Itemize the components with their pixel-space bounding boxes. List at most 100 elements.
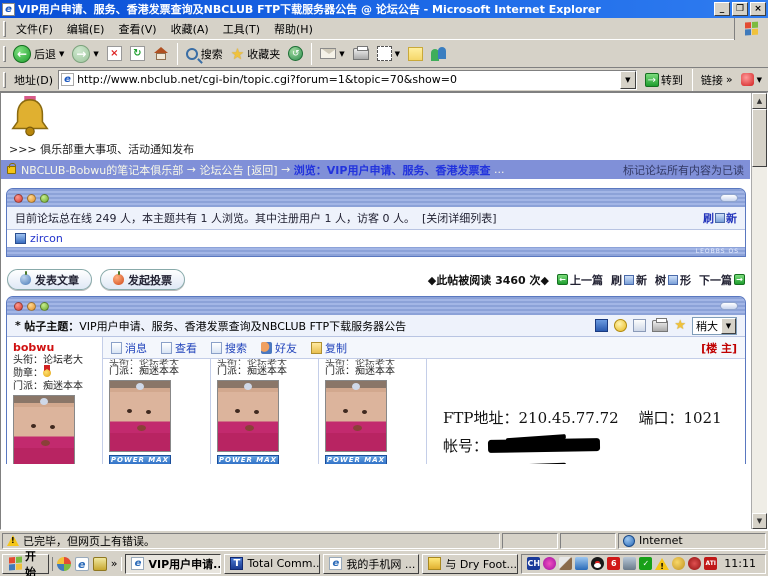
favorite-post-icon[interactable]: ★ — [674, 319, 686, 332]
back-dropdown[interactable]: ▼ — [59, 50, 64, 58]
username-link[interactable]: bobwu — [13, 341, 96, 354]
home-button[interactable] — [149, 45, 173, 63]
breadcrumb-back[interactable]: [返回] — [247, 162, 278, 178]
start-button[interactable]: 开始 — [2, 554, 49, 574]
mail-dropdown[interactable]: ▼ — [339, 50, 344, 58]
forward-button[interactable]: → ▼ — [68, 43, 102, 65]
print-post-icon[interactable] — [652, 320, 668, 332]
quicklaunch-media-icon[interactable] — [57, 557, 71, 571]
refresh-topic-link[interactable]: 刷 新 — [611, 272, 647, 288]
task-vip-topic[interactable]: e VIP用户申请... — [125, 554, 221, 574]
menu-view[interactable]: 查看(V) — [111, 18, 163, 40]
print-button[interactable] — [349, 46, 373, 62]
tray-red-app-icon[interactable]: 6 — [607, 557, 620, 570]
quicklaunch-outlook-icon[interactable] — [93, 557, 107, 571]
tray-warning-icon[interactable] — [655, 558, 669, 570]
menu-file[interactable]: 文件(F) — [9, 18, 60, 40]
minimize-dot-icon[interactable] — [27, 194, 36, 203]
task-dry-foot[interactable]: 与 Dry Foot... — [422, 554, 518, 574]
go-button[interactable]: → 转到 — [640, 71, 688, 89]
save-post-icon[interactable] — [595, 319, 608, 332]
refresh-button[interactable]: ↻ — [126, 44, 149, 63]
close-dot-icon[interactable] — [14, 194, 23, 203]
view-profile-button[interactable]: 查看 — [161, 340, 197, 356]
breadcrumb-topic[interactable]: 浏览：VIP用户申请、服务、香港发票查 — [294, 162, 491, 178]
online-refresh-link[interactable]: 刷 新 — [703, 210, 737, 226]
quicklaunch-more-chevron[interactable]: » — [111, 557, 118, 570]
addressbar-extension[interactable]: ▼ — [737, 73, 766, 86]
language-indicator[interactable]: CH — [527, 557, 540, 570]
new-post-button[interactable]: 发表文章 — [7, 269, 92, 290]
post-zoom-dot-icon[interactable] — [40, 302, 49, 311]
copy-button[interactable]: 复制 — [311, 340, 347, 356]
tree-view-icon — [668, 275, 678, 285]
history-button[interactable]: ↺ — [284, 44, 307, 63]
mark-all-read-link[interactable]: 标记论坛所有内容为已读 — [623, 162, 744, 178]
menu-grip[interactable] — [3, 21, 6, 37]
favorites-button[interactable]: ★ 收藏夹 — [227, 43, 284, 65]
messenger-button[interactable] — [427, 45, 451, 63]
new-poll-button[interactable]: 发起投票 — [100, 269, 185, 290]
post-collapse-pill[interactable] — [720, 302, 738, 310]
tray-pen-icon[interactable] — [559, 557, 572, 570]
tray-ati-icon[interactable]: ATI — [704, 557, 717, 570]
close-detail-link[interactable]: [关闭详细列表] — [422, 210, 497, 226]
taskbar-clock[interactable]: 11:11 — [720, 557, 760, 570]
post-close-dot-icon[interactable] — [14, 302, 23, 311]
menu-help[interactable]: 帮助(H) — [267, 18, 320, 40]
quicklaunch-ie-icon[interactable]: e — [75, 557, 89, 571]
breadcrumb-club[interactable]: NBCLUB-Bobwu的笔记本俱乐部 — [21, 162, 183, 178]
scroll-up-button[interactable]: ▲ — [752, 93, 767, 109]
menu-tools[interactable]: 工具(T) — [216, 18, 267, 40]
tray-antivirus-icon[interactable]: ✓ — [639, 557, 652, 570]
menu-favorites[interactable]: 收藏(A) — [164, 18, 216, 40]
close-button[interactable]: × — [750, 2, 766, 16]
menu-edit[interactable]: 编辑(E) — [60, 18, 112, 40]
friends-button[interactable]: 好友 — [261, 340, 297, 356]
task-total-commander[interactable]: T Total Comm... — [224, 554, 320, 574]
edit-button[interactable]: ▼ — [373, 44, 404, 63]
toolbar-grip[interactable] — [3, 46, 6, 62]
stop-button[interactable]: × — [103, 44, 126, 63]
edit-dropdown[interactable]: ▼ — [395, 50, 400, 58]
tray-red-dot-icon[interactable] — [688, 557, 701, 570]
leobbs-label: LEOBBS OS — [696, 248, 739, 255]
search-button[interactable]: 搜索 — [182, 44, 227, 64]
mail-button[interactable]: ▼ — [316, 46, 348, 61]
prev-topic-link[interactable]: ← 上一篇 — [557, 272, 603, 288]
online-user-link[interactable]: zircon — [30, 232, 63, 245]
next-topic-link[interactable]: 下一篇 → — [699, 272, 745, 288]
user-icon — [15, 233, 26, 244]
address-dropdown[interactable]: ▼ — [620, 71, 636, 89]
scroll-down-button[interactable]: ▼ — [752, 513, 767, 529]
tray-person-icon[interactable] — [575, 557, 588, 570]
breadcrumb-board[interactable]: 论坛公告 — [199, 162, 243, 178]
zoom-dot-icon[interactable] — [40, 194, 49, 203]
back-button[interactable]: ← 后退 ▼ — [9, 43, 68, 65]
account-label: 帐号： — [443, 437, 488, 455]
search-posts-button[interactable]: 搜索 — [211, 340, 247, 356]
minimize-button[interactable]: _ — [714, 2, 730, 16]
restore-button[interactable]: ❐ — [732, 2, 748, 16]
links-button[interactable]: 链接 » — [697, 72, 737, 88]
scroll-thumb[interactable] — [752, 109, 767, 167]
collapse-pill[interactable] — [720, 194, 738, 202]
forward-dropdown[interactable]: ▼ — [93, 50, 98, 58]
address-grip[interactable] — [3, 72, 6, 88]
tray-volume-icon[interactable] — [672, 557, 685, 570]
task-mobile-site[interactable]: e 我的手机网 ... — [323, 554, 419, 574]
discuss-button[interactable] — [404, 45, 427, 63]
tray-qq-icon[interactable] — [591, 557, 604, 570]
tray-gray-app-icon[interactable] — [623, 557, 636, 570]
address-input[interactable] — [77, 73, 620, 86]
warning-icon[interactable] — [7, 535, 19, 546]
post-minimize-dot-icon[interactable] — [27, 302, 36, 311]
alert-icon[interactable] — [614, 319, 627, 332]
tray-starburst-icon[interactable] — [543, 557, 556, 570]
pages-icon[interactable] — [633, 319, 646, 332]
message-button[interactable]: 消息 — [111, 340, 147, 356]
extension-dropdown[interactable]: ▼ — [757, 76, 762, 84]
scroll-track[interactable] — [752, 167, 767, 513]
font-size-select[interactable]: 稍大 ▼ — [692, 317, 737, 335]
tree-view-link[interactable]: 树 形 — [655, 272, 691, 288]
